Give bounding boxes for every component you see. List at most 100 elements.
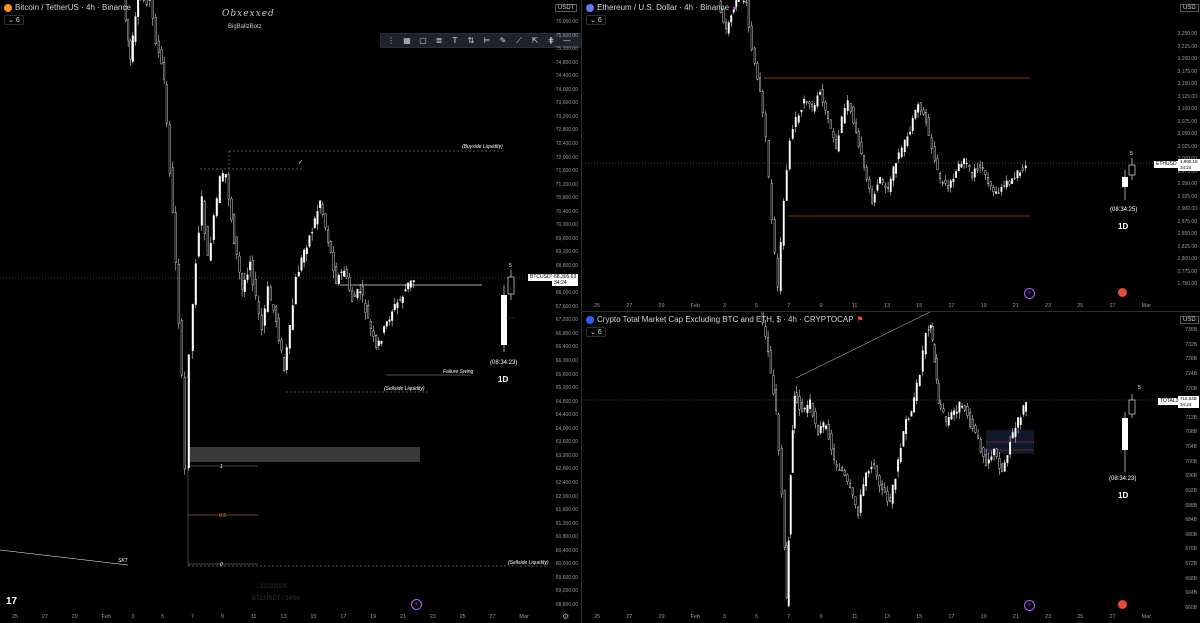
candle-body (789, 475, 792, 535)
candle-body (851, 487, 854, 496)
candle-body (1019, 172, 1022, 176)
total3-bolt-icon[interactable]: ⚡ (1024, 600, 1035, 611)
candle-body (995, 191, 998, 194)
time-tick-label: 15 (916, 303, 923, 309)
text-icon[interactable]: T (448, 35, 462, 47)
price-tick-label: 66,000.00 (555, 357, 578, 364)
total3-time-axis[interactable]: 25 27 29 Feb 3 5 7 9 11 13 15 17 19 21 23 25 27 Mar (582, 612, 1178, 623)
candle-body (803, 98, 806, 104)
eth-candles[interactable] (582, 0, 1178, 300)
candle-body (821, 88, 824, 103)
btc-header[interactable]: Bitcoin / TetherUS · 4h · Binance (4, 3, 131, 12)
total3-header[interactable]: Crypto Total Market Cap Excluding BTC an… (586, 315, 864, 324)
candle-body (809, 399, 812, 409)
candle-body (829, 119, 832, 129)
price-tick-label: 680B (1185, 531, 1197, 538)
candle-body (388, 319, 391, 322)
time-tick-label: 5 (755, 303, 759, 309)
brush-icon[interactable]: ⇅ (464, 35, 478, 47)
candle-body (753, 47, 756, 64)
text-lines-icon[interactable]: ≣ (432, 35, 446, 47)
candle-body (977, 435, 980, 439)
candle-body (369, 321, 372, 329)
candle-body (787, 540, 790, 607)
eth-flag-icon[interactable]: ◂ (732, 3, 736, 12)
total3-indicators-toggle[interactable]: ⌄ 6 (586, 327, 606, 337)
candle-body (779, 241, 782, 292)
time-tick-label: 19 (370, 614, 377, 620)
candle-body (827, 111, 830, 120)
candle-body (941, 182, 944, 184)
btc-settings-icon[interactable]: ⚙ (562, 612, 569, 621)
candle-body (870, 466, 873, 469)
pencil-icon[interactable]: ✎ (496, 35, 510, 47)
candle-body (935, 357, 938, 380)
candle-body (835, 464, 838, 468)
total3-candle-timer: (08:34:23) (1109, 476, 1137, 482)
candle-body (348, 277, 351, 291)
candle-body (971, 171, 974, 178)
candle-body (230, 198, 233, 220)
price-tick-label: 59,200.00 (555, 588, 578, 595)
candle-body (797, 115, 800, 123)
price-tick-label: 72,400.00 (555, 141, 578, 148)
btc-indicators-toggle[interactable]: ⌄ 6 (4, 15, 24, 25)
rectangle-icon[interactable]: ▢ (416, 35, 430, 47)
total3-news-icon[interactable] (1118, 600, 1127, 609)
btc-time-axis[interactable]: 25 27 29 Feb 3 5 7 9 11 13 15 17 19 21 23 25 27 Mar (0, 612, 552, 623)
candle-body (987, 177, 990, 184)
candle-body (157, 40, 160, 53)
price-tick-label: 58,800.00 (555, 602, 578, 608)
price-tick-label: 668B (1185, 575, 1197, 582)
candle-body (793, 395, 796, 429)
candle-body (855, 122, 858, 133)
candle-body (375, 334, 378, 348)
candle-body (777, 414, 780, 451)
candle-body (960, 164, 963, 168)
total3-chart-pane[interactable]: Crypto Total Market Cap Excluding BTC an… (582, 312, 1200, 623)
skt-trendline (0, 549, 129, 566)
price-tick-label: 68,800.00 (555, 263, 578, 270)
eth-news-icon[interactable] (1118, 288, 1127, 297)
btc-bolt-icon[interactable]: ⚡ (411, 599, 422, 610)
total3-candles[interactable] (582, 312, 1178, 612)
tradingview-logo-icon[interactable]: 17 (6, 596, 17, 607)
candle-body (319, 200, 322, 208)
candle-body (725, 21, 728, 30)
candle-body (233, 213, 236, 245)
grid-icon[interactable]: ▦ (400, 35, 414, 47)
measure-icon[interactable]: ⇱ (528, 35, 542, 47)
eth-chart-pane[interactable]: Ethereum / U.S. Dollar · 4h · Binance ◂ … (582, 0, 1200, 312)
eth-time-axis[interactable]: 25 27 29 Feb 3 5 7 9 11 13 15 17 19 21 23 25 27 Mar (582, 301, 1178, 311)
btc-chart-pane[interactable]: ✓ Bitcoin / TetherUS · 4h · Binance ⌄ 6 … (0, 0, 582, 623)
total3-flag-icon[interactable]: ⚑ (857, 315, 864, 324)
candle-body (776, 258, 779, 288)
fib-icon[interactable]: ⊨ (480, 35, 494, 47)
eth-price-value-tag: 1,990.19 34:24 (1178, 159, 1200, 171)
candle-body (808, 101, 811, 104)
price-tick-label: 720B (1185, 385, 1197, 392)
drag-handle-icon[interactable]: ⋮ (384, 35, 398, 47)
eth-bolt-icon[interactable]: ⚡ (1024, 288, 1035, 299)
candle-body (280, 339, 283, 351)
candle-body (761, 91, 764, 113)
total3-price-axis[interactable]: 736B732B728B724B720B716B712B708B704B700B… (1178, 312, 1200, 612)
eth-price-axis[interactable]: 3,250.00 3,225.00 3,200.00 3,175.00 3,150.00… (1178, 0, 1200, 300)
candle-body (902, 431, 905, 447)
candle-body (921, 350, 924, 372)
ruler-icon[interactable]: ⟋ (512, 35, 526, 47)
price-tick-label: 60,800.00 (555, 534, 578, 541)
btc-candles[interactable]: ✓ (0, 0, 552, 610)
candle-body (905, 419, 908, 435)
eth-indicators-toggle[interactable]: ⌄ 6 (586, 15, 606, 25)
candle-body (294, 277, 297, 305)
candle-body (154, 17, 157, 45)
eth-header[interactable]: Ethereum / U.S. Dollar · 4h · Binance ◂ (586, 3, 736, 12)
candle-body (764, 326, 767, 337)
candle-body (399, 299, 402, 301)
candle-body (209, 243, 212, 261)
candle-body (803, 407, 806, 410)
price-tick-label: 2,925.00 (1177, 193, 1197, 200)
btc-price-axis[interactable]: 76,000.00 75,600.00 75,200.00 74,800.00 74,4… (552, 0, 581, 610)
candle-body (329, 240, 332, 253)
